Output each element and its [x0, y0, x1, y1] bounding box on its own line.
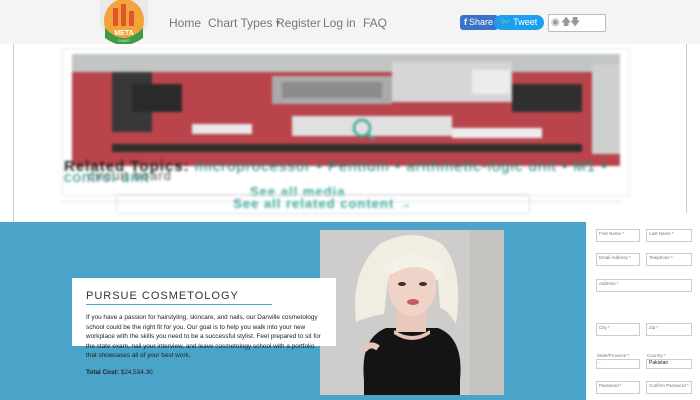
vote-widget[interactable]: ◉ 🡅 🡇: [548, 14, 606, 32]
thumbs-down-icon[interactable]: 🡇: [570, 15, 580, 31]
nav-register-link[interactable]: Register: [276, 16, 321, 30]
nav-chart-types-label: Chart Types: [208, 16, 273, 30]
state-label: State/Province *: [597, 353, 630, 358]
promo-total-cost: Total Cost: $24,534.30: [86, 369, 153, 376]
nav-chart-types-menu[interactable]: Chart Types ▼: [208, 16, 281, 30]
zip-field[interactable]: Zip *: [646, 323, 692, 336]
first-name-field[interactable]: First Name *: [596, 229, 640, 242]
nav-home-link[interactable]: Home: [169, 16, 201, 30]
address-field[interactable]: Address *: [596, 279, 692, 292]
logo-subtext: CHART: [118, 39, 131, 43]
state-select[interactable]: -: [596, 359, 640, 369]
nav-faq-link[interactable]: FAQ: [363, 16, 387, 30]
promo-description: If you have a passion for hairstyling, s…: [86, 314, 321, 359]
model-photo: [320, 230, 504, 395]
logo-text: META: [114, 30, 133, 37]
promo-title: PURSUE COSMETOLOGY: [86, 290, 239, 302]
signup-form: First Name * Last Name * Email Address *…: [586, 213, 700, 400]
stumble-icon: ◉: [551, 17, 560, 28]
country-select[interactable]: Pakistan: [646, 359, 692, 369]
tweet-label: Tweet: [513, 17, 538, 27]
site-logo[interactable]: META CHART: [96, 0, 152, 46]
page-edge-line: [13, 44, 14, 222]
promo-title-underline: [86, 304, 272, 305]
email-field[interactable]: Email Address *: [596, 253, 640, 266]
twitter-tweet-button[interactable]: 🐦 Tweet: [494, 15, 545, 30]
share-label: Share: [469, 17, 494, 27]
facebook-share-button[interactable]: f Share: [460, 15, 499, 30]
telephone-field[interactable]: Telephone *: [646, 253, 692, 266]
last-name-field[interactable]: Last Name *: [646, 229, 692, 242]
twitter-icon: 🐦: [500, 17, 512, 27]
top-navbar: META CHART Home Chart Types ▼ Register Lo…: [0, 0, 700, 45]
total-cost-value: $24,534.30: [120, 369, 153, 376]
article-section: circuit board See all media Related Topi…: [0, 44, 700, 222]
nav-login-link[interactable]: Log in: [323, 16, 356, 30]
city-field[interactable]: City *: [596, 323, 640, 336]
circuit-board-image[interactable]: [72, 54, 620, 166]
total-cost-label: Total Cost:: [86, 369, 119, 376]
confirm-password-field[interactable]: Confirm Password *: [646, 381, 692, 394]
country-label: Country *: [647, 353, 666, 358]
related-topics: Related Topics: microprocessor • Pentium…: [64, 159, 624, 185]
page-edge-line: [686, 44, 687, 222]
see-related-content-button[interactable]: See all related content →: [116, 194, 530, 214]
facebook-icon: f: [464, 17, 467, 27]
password-field[interactable]: Password *: [596, 381, 640, 394]
